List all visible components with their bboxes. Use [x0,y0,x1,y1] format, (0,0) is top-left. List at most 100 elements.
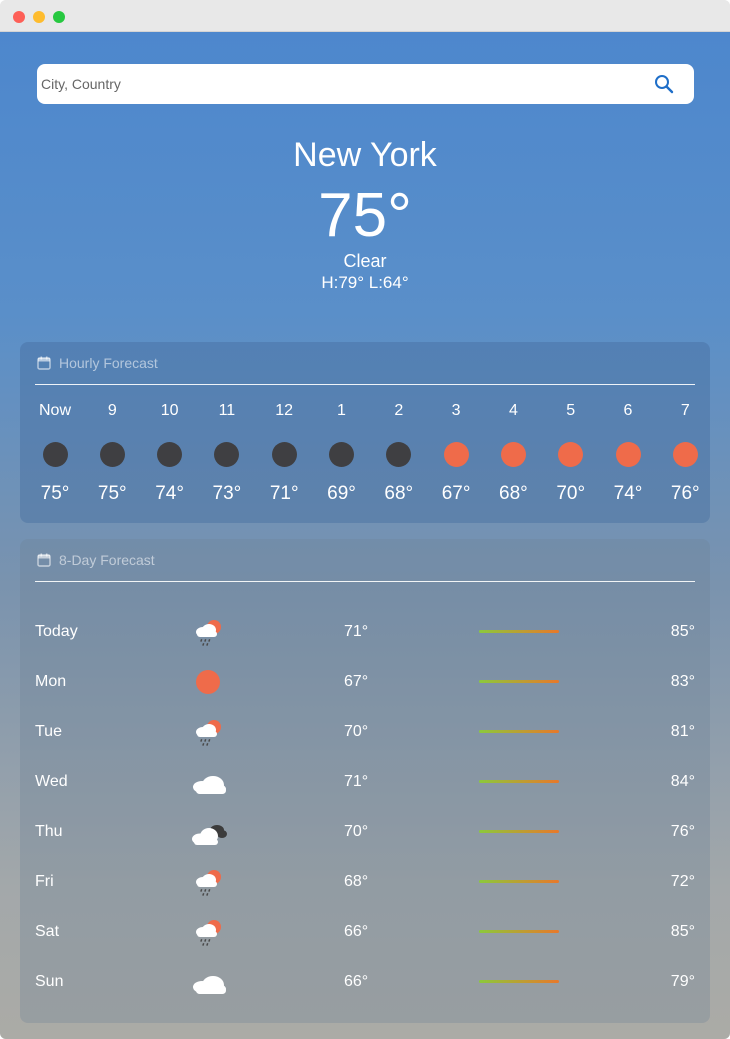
title-bar [0,0,730,32]
temperature-range-bar [479,930,559,933]
high-temperature: 85° [670,623,695,640]
moon-icon [157,442,183,467]
hour-label: 9 [107,402,117,419]
hourly-item: 7 76° [659,402,711,505]
low-temperature: 68° [344,873,369,890]
temperature-range-bar [479,680,559,683]
rain-sun-cloud-icon [188,615,228,649]
low-temperature: 66° [344,923,369,940]
daily-row: Thu 70° 76° [20,807,710,857]
hour-temperature: 71° [269,483,299,504]
sun-icon [443,442,469,467]
moon-icon [329,442,354,467]
day-label: Mon [35,673,67,690]
hourly-item: 6 74° [602,402,654,505]
hourly-forecast-title: Hourly Forecast [59,355,158,371]
low-temperature: 70° [344,823,369,840]
temperature-range-bar [479,980,559,983]
day-label: Sun [35,973,64,990]
cloud-icon [188,965,228,999]
hourly-item: 5 70° [545,402,597,505]
minimize-window-button[interactable] [33,11,45,23]
daily-row: Wed 71° 84° [20,757,710,807]
calendar-icon [37,356,51,370]
low-temperature: 71° [344,623,369,640]
hourly-item: 12 71° [258,402,310,505]
sun-icon [558,442,584,467]
sun-icon [188,665,228,699]
hourly-forecast-card: Hourly Forecast Now 75° 9 75° 10 74° 11 73° 12 71… [20,342,710,523]
high-low-temperature: H:79° L:64° [321,273,409,292]
low-temperature: 67° [344,673,369,690]
high-temperature: 79° [670,973,695,990]
dark-cloud-icon [188,815,228,849]
rain-sun-cloud-icon [188,915,228,949]
calendar-icon [37,553,51,567]
hourly-item: 2 68° [373,402,425,505]
high-temperature: 81° [670,723,695,740]
hour-label: 6 [623,402,633,419]
hour-temperature: 73° [212,483,242,504]
hour-temperature: 70° [556,483,586,504]
sun-icon [500,442,526,467]
high-temperature: 83° [670,673,695,690]
hour-label: 5 [566,402,576,419]
current-condition: Clear [343,251,387,271]
daily-forecast-title: 8-Day Forecast [59,552,155,568]
temperature-range-bar [479,830,559,833]
low-temperature: 70° [344,723,369,740]
moon-icon [271,442,297,467]
hourly-item: 3 67° [430,402,482,505]
search-bar [37,64,694,104]
maximize-window-button[interactable] [53,11,65,23]
sun-icon [672,442,698,467]
temperature-range-bar [479,630,559,633]
hourly-item: 10 74° [144,402,196,505]
hour-temperature: 75° [40,483,70,504]
hour-label: 7 [680,402,690,419]
hourly-forecast-header: Hourly Forecast [35,354,695,385]
daily-row: Mon 67° 83° [20,657,710,707]
weather-content: New York 75° Clear H:79° L:64° Hourly Fo… [0,32,730,1039]
hour-temperature: 74° [613,483,643,504]
day-label: Sat [35,923,60,940]
low-temperature: 66° [344,973,369,990]
hour-label: Now [38,402,71,419]
hourly-item: 9 75° [86,402,138,505]
hour-temperature: 75° [97,483,127,504]
daily-row: Tue 70° 81° [20,707,710,757]
moon-icon [99,442,125,467]
hourly-item: Now 75° [29,402,81,505]
hour-label: 10 [160,402,179,419]
hourly-item: 1 69° [316,402,368,505]
temperature-range-bar [479,880,559,883]
city-name: New York [293,136,437,174]
low-temperature: 71° [344,773,369,790]
hour-label: 12 [275,402,294,419]
app-window: New York 75° Clear H:79° L:64° Hourly Fo… [0,0,730,1039]
hour-temperature: 74° [155,483,184,504]
day-label: Wed [35,773,68,790]
hour-temperature: 68° [384,483,414,504]
hour-label: 1 [337,402,346,419]
daily-row: Sun 66° 79° [20,957,710,1007]
hour-temperature: 67° [441,483,471,504]
hour-temperature: 68° [499,483,528,504]
hour-label: 3 [451,402,461,419]
close-window-button[interactable] [13,11,25,23]
temperature-range-bar [479,780,559,783]
day-label: Fri [35,873,54,890]
hourly-item: 11 73° [201,402,253,505]
hour-temperature: 76° [670,483,700,504]
search-input[interactable] [37,64,637,104]
search-icon[interactable] [654,74,674,94]
high-temperature: 85° [670,923,695,940]
hourly-item: 4 68° [487,402,539,505]
rain-sun-cloud-icon [188,715,228,749]
current-temperature: 75° [318,181,412,250]
daily-row: Sat 66° 85° [20,907,710,957]
high-temperature: 72° [670,873,695,890]
daily-forecast-header: 8-Day Forecast [35,551,695,582]
daily-row: Fri 68° 72° [20,857,710,907]
day-label: Tue [35,723,62,740]
